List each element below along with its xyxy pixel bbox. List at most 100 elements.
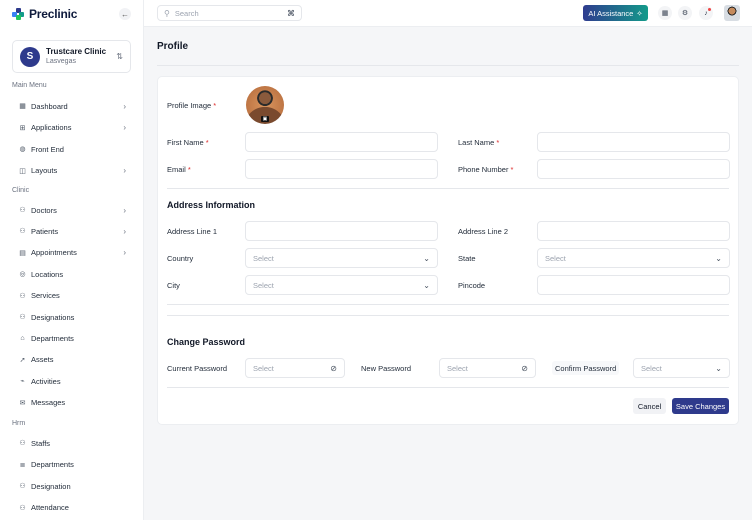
topbar: ⚲ Search ⌘ AI Assistance ✧ ▦ ⚙ ♪ [144, 0, 752, 27]
current-password-input[interactable]: Select ⊘ [245, 358, 345, 378]
sidebar-item-doctors[interactable]: ⚇ Doctors › [18, 203, 126, 217]
first-name-input[interactable] [245, 132, 438, 152]
sidebar: Preclinic ← S Trustcare Clinic Lasvegas … [0, 0, 144, 520]
state-label: State [458, 254, 476, 263]
cancel-button[interactable]: Cancel [633, 398, 666, 414]
chevron-down-icon: ⌄ [715, 363, 722, 373]
state-select-value: Select [545, 253, 566, 263]
chevron-right-icon: › [123, 226, 126, 236]
sidebar-item-appointments[interactable]: ▤ Appointments › [18, 246, 126, 260]
save-changes-button[interactable]: Save Changes [672, 398, 729, 414]
clinic-location: Lasvegas [46, 58, 76, 66]
search-box[interactable]: ⚲ Search ⌘ [157, 5, 302, 21]
calendar-icon: ▤ [19, 249, 26, 257]
address-line2-label: Address Line 2 [458, 227, 509, 236]
message-icon: ✉ [19, 399, 26, 407]
first-name-label: First Name * [167, 138, 209, 147]
sidebar-item-attendance[interactable]: ⚇ Attendance [18, 501, 126, 515]
sidebar-item-designations[interactable]: ⚇ Designations [18, 310, 126, 324]
page-title: Profile [157, 41, 189, 52]
sidebar-item-staffs[interactable]: ⚇ Staffs [18, 436, 126, 450]
calendar-icon[interactable]: ▦ [658, 6, 672, 20]
sidebar-item-label: Dashboard [31, 101, 68, 111]
command-key-icon: ⌘ [287, 8, 295, 18]
sidebar-item-front-end[interactable]: ◍ Front End [18, 142, 126, 156]
users-icon: ⚇ [19, 440, 26, 447]
country-select[interactable]: Select ⌄ [245, 248, 438, 268]
hrm-section-label: Hrm [12, 420, 26, 427]
sidebar-item-dashboard[interactable]: ▦ Dashboard › [18, 99, 126, 113]
chevron-right-icon: › [123, 166, 126, 175]
user-icon: ⚇ [19, 314, 26, 321]
sidebar-item-applications[interactable]: ⊞ Applications › [18, 121, 126, 135]
settings-icon[interactable]: ⚙ [678, 6, 692, 20]
confirm-password-select[interactable]: Select ⌄ [633, 358, 730, 378]
apps-icon: ⊞ [19, 124, 26, 132]
brand-name: Preclinic [29, 7, 78, 21]
notification-bell-icon[interactable]: ♪ [699, 6, 713, 20]
address-line2-input[interactable] [537, 221, 730, 241]
divider [157, 65, 739, 66]
last-name-input[interactable] [537, 132, 730, 152]
sidebar-item-departments[interactable]: ≣ Departments [18, 458, 126, 472]
grid-icon: ▦ [19, 103, 26, 110]
sidebar-item-label: Applications [31, 123, 72, 132]
current-password-label: Current Password [167, 364, 228, 373]
sidebar-item-locations[interactable]: ◎ Locations [18, 267, 126, 281]
search-input[interactable]: Search [175, 9, 287, 18]
sidebar-item-label: Activities [31, 376, 61, 386]
city-select[interactable]: Select ⌄ [245, 275, 438, 295]
sidebar-item-assets[interactable]: ➚ Assets [18, 353, 126, 367]
sidebar-item-label: Appointments [31, 248, 77, 258]
address-section-title: Address Information [167, 200, 256, 210]
divider [167, 315, 729, 316]
collapse-sidebar-icon[interactable]: ← [119, 8, 131, 20]
sidebar-item-label: Staffs [31, 438, 51, 448]
chevron-right-icon: › [123, 101, 126, 111]
profile-image[interactable]: ▣ [246, 86, 284, 124]
clinic-switcher[interactable]: S Trustcare Clinic Lasvegas ⇅ [12, 40, 131, 73]
ai-assistance-button[interactable]: AI Assistance ✧ [583, 5, 648, 21]
user-avatar[interactable] [724, 5, 740, 21]
layout-icon: ◫ [19, 167, 26, 175]
address-line1-input[interactable] [245, 221, 438, 241]
phone-label: Phone Number * [458, 165, 514, 174]
divider [167, 304, 729, 305]
confirm-password-label: Confirm Password [552, 361, 620, 375]
eye-off-icon[interactable]: ⊘ [521, 364, 528, 373]
sidebar-item-label: Locations [31, 269, 64, 279]
preclinic-logo-icon [12, 8, 24, 20]
chevron-down-icon: ⌄ [715, 253, 722, 263]
chevron-right-icon: › [123, 248, 126, 258]
country-label: Country [167, 254, 194, 263]
search-icon: ⚲ [164, 8, 170, 18]
pincode-input[interactable] [537, 275, 730, 295]
user-icon: ⚇ [19, 228, 26, 236]
sidebar-item-label: Departments [31, 333, 74, 343]
eye-off-icon[interactable]: ⊘ [330, 364, 337, 373]
new-password-label: New Password [361, 364, 412, 373]
sidebar-item-messages[interactable]: ✉ Messages [18, 396, 126, 410]
password-section-title: Change Password [167, 337, 246, 347]
sidebar-item-label: Doctors [31, 205, 57, 215]
city-label: City [167, 281, 180, 290]
new-password-input[interactable]: Select ⊘ [439, 358, 536, 378]
sidebar-item-label: Attendance [31, 503, 69, 512]
email-input[interactable] [245, 159, 438, 179]
confirm-password-value: Select [641, 363, 662, 373]
sidebar-item-layouts[interactable]: ◫ Layouts › [18, 164, 126, 178]
sidebar-item-departments[interactable]: ⌂ Departments [18, 331, 126, 345]
sidebar-item-designation[interactable]: ⚇ Designation [18, 479, 126, 493]
last-name-label: Last Name * [458, 138, 500, 147]
camera-icon[interactable]: ▣ [261, 116, 269, 122]
sidebar-item-patients[interactable]: ⚇ Patients › [18, 224, 126, 238]
swap-icon: ⇅ [116, 52, 123, 61]
state-select[interactable]: Select ⌄ [537, 248, 730, 268]
notification-dot [708, 8, 711, 11]
sidebar-item-services[interactable]: ⚇ Services [18, 289, 126, 303]
phone-input[interactable] [537, 159, 730, 179]
pincode-label: Pincode [458, 281, 486, 290]
user-icon: ⚇ [19, 292, 26, 300]
brand[interactable]: Preclinic [12, 6, 77, 22]
sidebar-item-activities[interactable]: ⌁ Activities [18, 374, 126, 388]
